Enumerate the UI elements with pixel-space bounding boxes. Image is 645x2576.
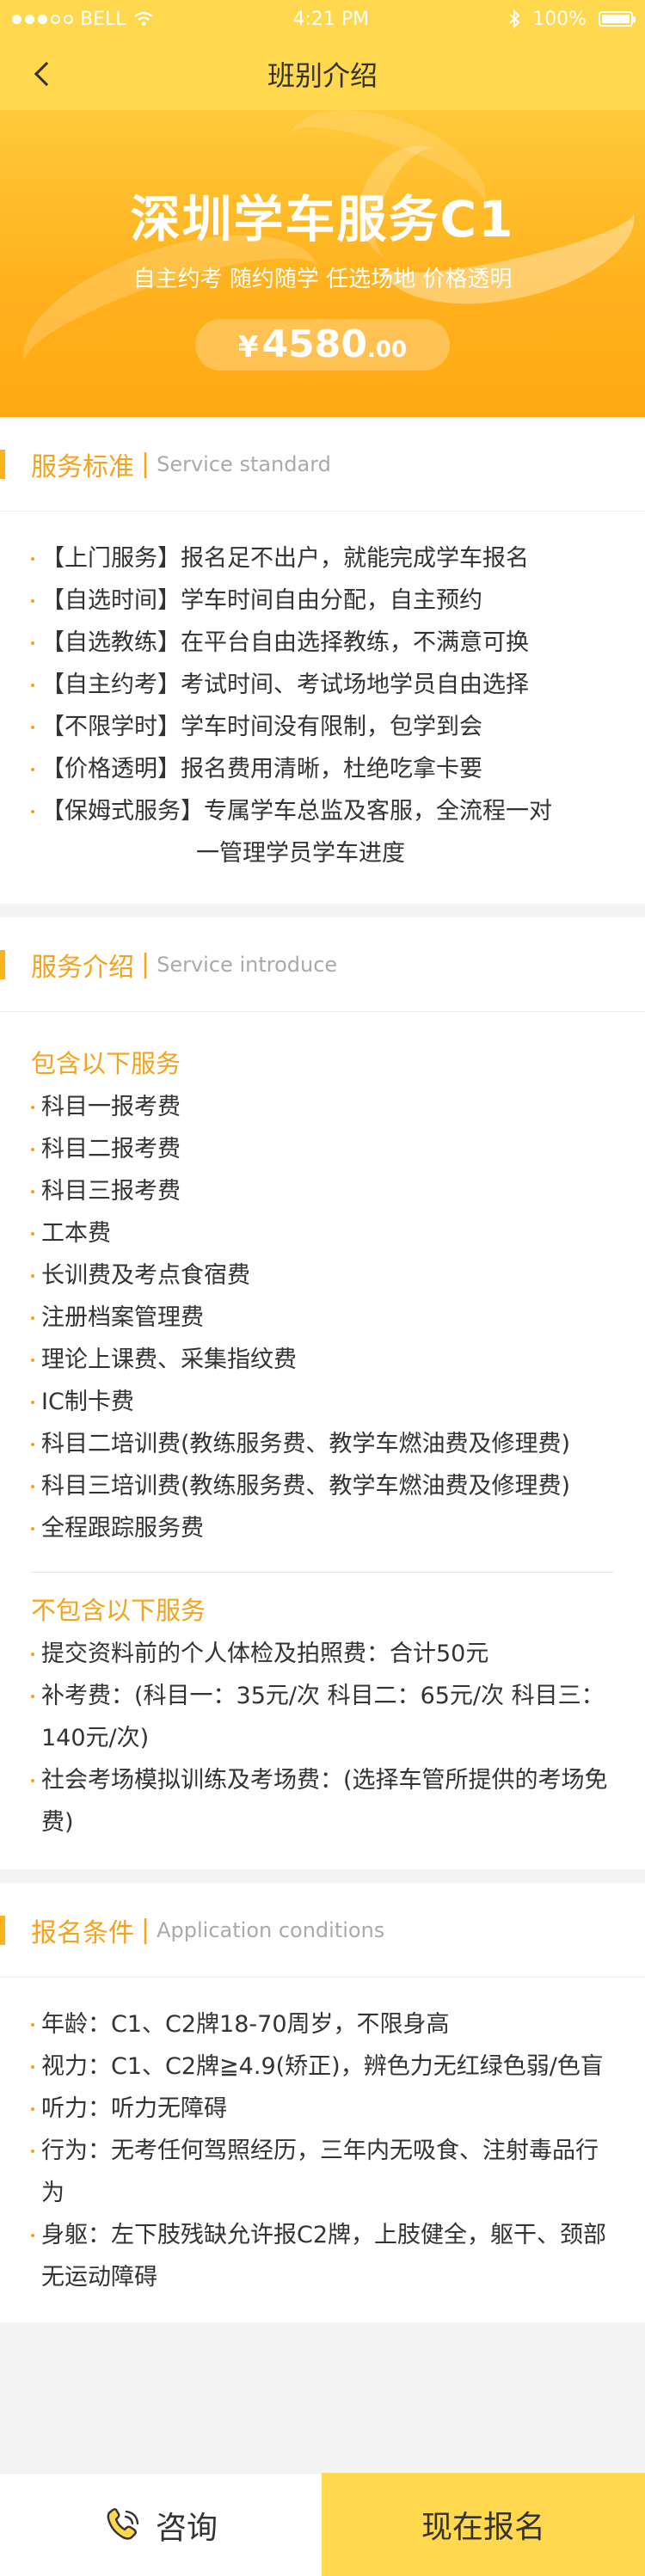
- excluded-title: 不包含以下服务: [31, 1596, 206, 1625]
- price-badge: ¥ 4580 .00: [195, 319, 450, 371]
- list-item: 【自选时间】学车时间自由分配，自主预约: [31, 580, 614, 622]
- section-separator: |: [141, 1915, 150, 1945]
- signup-label: 现在报名: [421, 2510, 545, 2545]
- list-item: 【保姆式服务】专属学车总监及客服，全流程一对 一管理学员学车进度: [31, 790, 614, 874]
- list-item: 提交资料前的个人体检及拍照费：合计50元: [31, 1633, 614, 1675]
- course-subtitle: 自主约考 随约随学 任选场地 价格透明: [132, 267, 513, 292]
- section-body: 年龄：C1、C2牌18-70周岁，不限身高 视力：C1、C2牌≧4.9(矫正)，…: [0, 1978, 645, 2322]
- section-title: 服务介绍: [31, 952, 134, 983]
- signal-icon: [12, 14, 73, 24]
- course-banner: 深圳学车服务C1 自主约考 随约随学 任选场地 价格透明 ¥ 4580 .00: [0, 110, 645, 417]
- headset-chat-icon: [107, 2507, 139, 2540]
- list-item: 【价格透明】报名费用清晰，杜绝吃拿卡要: [31, 748, 614, 790]
- header: BELL 4:21 PM 100% 班别介绍: [0, 0, 645, 110]
- list-item-line: 一管理学员学车进度: [196, 840, 405, 867]
- section-title: 服务标准: [31, 451, 134, 482]
- price-integer: 4580: [261, 322, 368, 366]
- section-header: 服务介绍 | Service introduce: [0, 917, 645, 1012]
- section-header: 服务标准 | Service standard: [0, 417, 645, 512]
- section-title: 报名条件: [31, 1917, 134, 1948]
- section-separator: |: [141, 449, 150, 479]
- divider: [31, 1572, 614, 1573]
- list-item: 工本费: [31, 1212, 614, 1254]
- section-application-conditions: 报名条件 | Application conditions 年龄：C1、C2牌1…: [0, 1883, 645, 2322]
- section-body: 包含以下服务 科目一报考费 科目二报考费 科目三报考费 工本费 长训费及考点食宿…: [0, 1012, 645, 1869]
- list-item: 年龄：C1、C2牌18-70周岁，不限身高: [31, 2003, 614, 2045]
- bottom-action-bar: 咨询 现在报名: [0, 2473, 645, 2576]
- list-item: 理论上课费、采集指纹费: [31, 1339, 614, 1381]
- wifi-icon: [133, 11, 153, 26]
- carrier: BELL: [80, 8, 126, 30]
- list-item: 科目二培训费(教练服务费、教学车燃油费及修理费): [31, 1423, 614, 1465]
- chevron-left-icon: [34, 61, 59, 87]
- list-item: 社会考场模拟训练及考场费：(选择车管所提供的考场免费): [31, 1759, 614, 1843]
- included-title: 包含以下服务: [31, 1049, 181, 1078]
- nav-bar: 班别介绍: [0, 38, 645, 110]
- consult-label: 咨询: [155, 2510, 218, 2546]
- list-item: 科目二报考费: [31, 1128, 614, 1170]
- section-separator: |: [141, 949, 150, 979]
- section-accent-bar: [0, 449, 5, 479]
- list-item: 科目三报考费: [31, 1170, 614, 1212]
- page-title: 班别介绍: [267, 59, 378, 92]
- list-item: 科目三培训费(教练服务费、教学车燃油费及修理费): [31, 1465, 614, 1507]
- section-service-standard: 服务标准 | Service standard 【上门服务】报名足不出户，就能完…: [0, 417, 645, 904]
- section-title-en: Service introduce: [157, 952, 338, 977]
- section-body: 【上门服务】报名足不出户，就能完成学车报名 【自选时间】学车时间自由分配，自主预…: [0, 512, 645, 904]
- list-item: 【自主约考】考试时间、考试场地学员自由选择: [31, 664, 614, 706]
- list-item-line: 【保姆式服务】专属学车总监及客服，全流程一对: [41, 798, 552, 825]
- list-item: 全程跟踪服务费: [31, 1507, 614, 1549]
- list-item: 长训费及考点食宿费: [31, 1254, 614, 1297]
- battery-text: 100%: [532, 8, 587, 30]
- clock: 4:21 PM: [292, 8, 370, 30]
- section-service-introduce: 服务介绍 | Service introduce 包含以下服务 科目一报考费 科…: [0, 917, 645, 1869]
- signup-button[interactable]: 现在报名: [322, 2473, 645, 2576]
- price-decimal: .00: [367, 337, 408, 363]
- section-header: 报名条件 | Application conditions: [0, 1883, 645, 1978]
- list-item: 行为：无考任何驾照经历，三年内无吸食、注射毒品行为: [31, 2130, 614, 2214]
- list-item: 听力：听力无障碍: [31, 2088, 614, 2130]
- list-item: 科目一报考费: [31, 1086, 614, 1128]
- status-bar: BELL 4:21 PM 100%: [0, 0, 645, 38]
- list-item: 【不限学时】学车时间没有限制，包学到会: [31, 706, 614, 748]
- list-item: 【上门服务】报名足不出户，就能完成学车报名: [31, 537, 614, 580]
- price-currency: ¥: [237, 330, 259, 365]
- list-item: 【自选教练】在平台自由选择教练，不满意可换: [31, 622, 614, 664]
- section-accent-bar: [0, 949, 5, 979]
- list-item: 注册档案管理费: [31, 1297, 614, 1339]
- back-button[interactable]: [26, 57, 60, 91]
- list-item: IC制卡费: [31, 1381, 614, 1423]
- section-title-en: Application conditions: [157, 1917, 385, 1942]
- list-item: 补考费：(科目一：35元/次 科目二：65元/次 科目三：140元/次): [31, 1675, 614, 1759]
- battery-icon: [598, 11, 636, 27]
- course-title: 深圳学车服务C1: [130, 190, 515, 248]
- list-item: 视力：C1、C2牌≧4.9(矫正)，辨色力无红绿色弱/色盲: [31, 2045, 614, 2088]
- bluetooth-icon: [509, 9, 520, 28]
- section-accent-bar: [0, 1915, 5, 1945]
- list-item: 身躯：左下肢残缺允许报C2牌，上肢健全，躯干、颈部无运动障碍: [31, 2214, 614, 2298]
- consult-button[interactable]: 咨询: [0, 2473, 322, 2576]
- section-title-en: Service standard: [157, 451, 331, 476]
